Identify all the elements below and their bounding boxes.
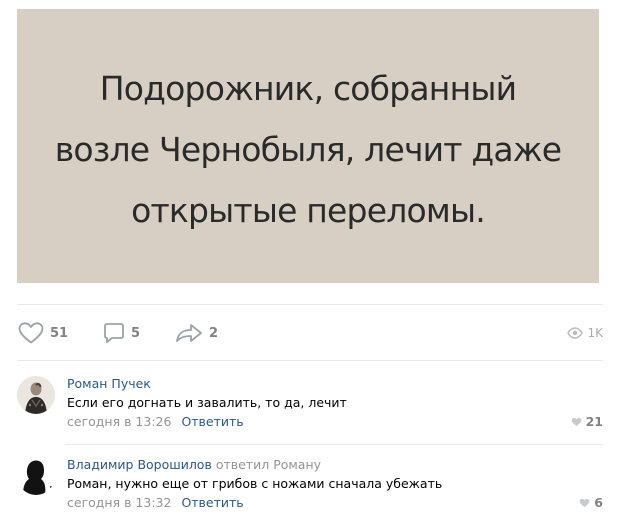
- views-count: 1K: [587, 326, 603, 340]
- comment-icon: [104, 323, 124, 343]
- comment-meta: сегодня в 13:26 Ответить: [67, 414, 244, 430]
- comment-button[interactable]: 5: [103, 321, 140, 345]
- comment-author[interactable]: Роман Пучек: [67, 376, 151, 391]
- comment-text: Если его догнать и завалить, то да, лечи…: [67, 395, 347, 410]
- divider: [17, 304, 603, 305]
- comment-likes-count: 21: [585, 414, 603, 429]
- image-text-line: возле Чернобыля, лечит даже: [54, 129, 562, 169]
- divider: [17, 360, 603, 361]
- comment-like-button[interactable]: 6: [579, 495, 603, 510]
- shares-count: 2: [209, 325, 219, 341]
- comment-like-button[interactable]: 21: [571, 414, 603, 429]
- reply-button[interactable]: Ответить: [181, 495, 243, 510]
- comment-author-line: Роман Пучек: [67, 376, 151, 392]
- post-image[interactable]: Подорожник, собранный возле Чернобыля, л…: [17, 9, 599, 283]
- user-avatar-silhouette[interactable]: [17, 457, 55, 495]
- eye-icon: [567, 327, 584, 339]
- comment-time[interactable]: сегодня в 13:26: [67, 414, 171, 429]
- share-arrow-icon: [176, 324, 202, 342]
- user-avatar-photo[interactable]: [17, 376, 55, 414]
- avatar-photo-icon: [17, 376, 55, 414]
- avatar-silhouette-icon: [17, 457, 55, 495]
- reply-to-prefix: ответил: [215, 457, 270, 472]
- comment-author-line: Владимир Ворошилов ответил Роману: [67, 457, 321, 473]
- reply-button[interactable]: Ответить: [181, 414, 243, 429]
- heart-icon: [579, 498, 590, 507]
- comment-meta: сегодня в 13:32 Ответить: [67, 495, 244, 511]
- share-button[interactable]: 2: [175, 321, 218, 345]
- image-text-line: открытые переломы.: [131, 190, 486, 230]
- image-text-line: Подорожник, собранный: [99, 68, 517, 108]
- post-actions-bar: 51 5 2 1K: [17, 321, 603, 345]
- comments-count: 5: [131, 325, 141, 341]
- post-image-text: Подорожник, собранный возле Чернобыля, л…: [55, 52, 562, 241]
- comment-likes-count: 6: [594, 495, 603, 510]
- heart-icon: [18, 322, 44, 344]
- divider: [66, 444, 603, 445]
- reply-to-name[interactable]: Роману: [273, 457, 321, 472]
- comment-author[interactable]: Владимир Ворошилов: [67, 457, 212, 472]
- comment-time[interactable]: сегодня в 13:32: [67, 495, 171, 510]
- likes-count: 51: [50, 325, 69, 341]
- heart-icon: [571, 417, 581, 426]
- like-button[interactable]: 51: [18, 321, 68, 345]
- comment-text: Роман, нужно еще от грибов с ножами снач…: [67, 476, 443, 491]
- views-counter: 1K: [567, 321, 603, 345]
